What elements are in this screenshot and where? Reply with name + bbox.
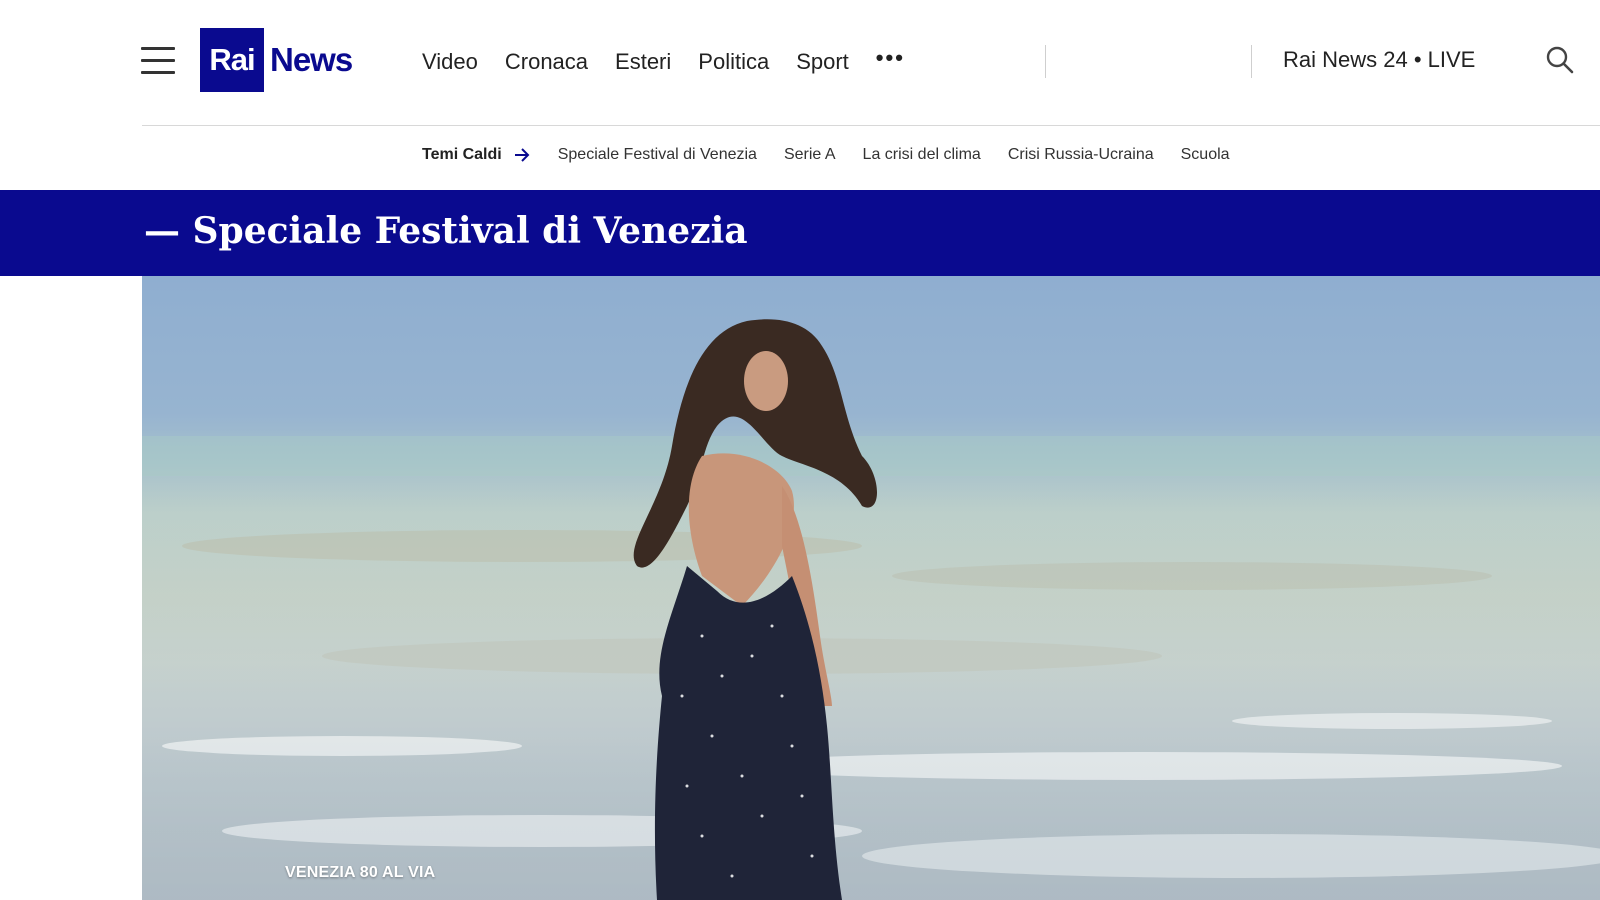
hot-topic-russia-ucraina[interactable]: Crisi Russia-Ucraina <box>1008 146 1154 164</box>
main-nav: Video Cronaca Esteri Politica Sport ••• <box>422 44 905 80</box>
site-header: Rai News Video Cronaca Esteri Politica S… <box>0 0 1600 126</box>
hot-topic-serie-a[interactable]: Serie A <box>784 146 836 164</box>
search-icon[interactable] <box>1545 45 1575 75</box>
logo-box: Rai <box>200 28 264 92</box>
hero-photo <box>142 319 1600 900</box>
hero-caption[interactable]: VENEZIA 80 AL VIA <box>285 864 435 882</box>
logo-text: News <box>270 41 353 78</box>
nav-item-esteri[interactable]: Esteri <box>615 49 671 75</box>
nav-item-cronaca[interactable]: Cronaca <box>505 49 588 75</box>
nav-item-sport[interactable]: Sport <box>796 49 849 75</box>
hot-topics-label: Temi Caldi <box>422 146 502 163</box>
header-divider <box>142 125 1600 126</box>
hot-topic-venezia[interactable]: Speciale Festival di Venezia <box>558 146 757 164</box>
divider <box>1251 45 1252 78</box>
hot-topics-bar: Temi Caldi Speciale Festival di Venezia … <box>422 146 1257 164</box>
more-menu-icon[interactable]: ••• <box>876 47 905 69</box>
hamburger-menu-icon[interactable] <box>141 45 175 75</box>
section-title: — Speciale Festival di Venezia <box>144 210 748 252</box>
divider <box>1045 45 1046 78</box>
rai-news-logo[interactable]: Rai News <box>200 28 353 92</box>
nav-item-video[interactable]: Video <box>422 49 478 75</box>
hot-topic-scuola[interactable]: Scuola <box>1181 146 1230 164</box>
hot-topic-clima[interactable]: La crisi del clima <box>863 146 981 164</box>
hero-image[interactable]: VENEZIA 80 AL VIA <box>142 276 1600 900</box>
nav-item-politica[interactable]: Politica <box>698 49 769 75</box>
arrow-right-icon <box>514 147 530 163</box>
section-banner: — Speciale Festival di Venezia <box>0 190 1600 276</box>
live-link[interactable]: Rai News 24 • LIVE <box>1283 47 1475 73</box>
